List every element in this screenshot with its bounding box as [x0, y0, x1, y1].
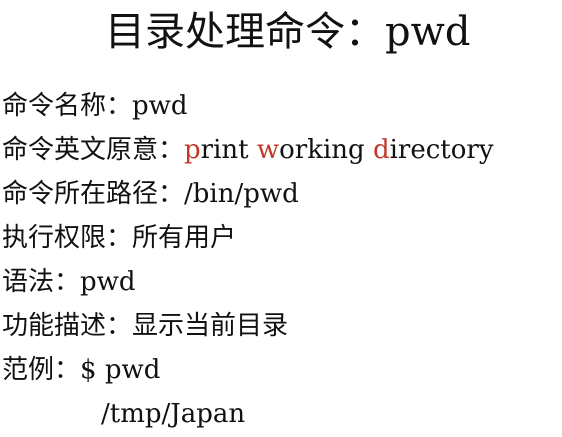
line-english-meaning: 命令英文原意：print working directory [2, 128, 560, 172]
command-name-value: pwd [132, 91, 188, 121]
meaning-word-print: rint [200, 135, 257, 165]
english-meaning-label: 命令英文原意： [2, 135, 185, 165]
line-command-name: 命令名称：pwd [2, 84, 560, 128]
line-syntax: 语法：pwd [2, 260, 560, 304]
permission-label: 执行权限： [2, 223, 133, 253]
slide-title: 目录处理命令：pwd [105, 9, 471, 55]
description-label: 功能描述： [2, 311, 133, 341]
example-command: $ pwd [80, 355, 161, 385]
content-lines: 命令名称：pwd 命令英文原意：print working directory … [2, 84, 560, 436]
line-permission: 执行权限：所有用户 [2, 216, 560, 260]
command-path-value: /bin/pwd [184, 179, 299, 209]
line-example: 范例：$ pwd [2, 348, 560, 392]
command-name-label: 命令名称： [2, 91, 133, 121]
syntax-label: 语法： [2, 267, 81, 297]
meaning-letter-w: w [256, 135, 280, 165]
syntax-value: pwd [80, 267, 136, 297]
line-command-path: 命令所在路径：/bin/pwd [2, 172, 560, 216]
meaning-word-directory: irectory [389, 135, 494, 165]
meaning-word-working: orking [279, 135, 373, 165]
example-output: /tmp/Japan [101, 399, 246, 429]
command-path-label: 命令所在路径： [2, 179, 185, 209]
example-label: 范例： [2, 355, 81, 385]
line-example-output: /tmp/Japan [2, 392, 560, 436]
description-value: 显示当前目录 [132, 311, 289, 341]
slide: 目录处理命令：pwd 命令名称：pwd 命令英文原意：print working… [0, 0, 562, 437]
meaning-letter-p: p [184, 135, 201, 165]
meaning-letter-d: d [372, 135, 390, 165]
line-description: 功能描述：显示当前目录 [2, 304, 560, 348]
permission-value: 所有用户 [132, 223, 237, 253]
